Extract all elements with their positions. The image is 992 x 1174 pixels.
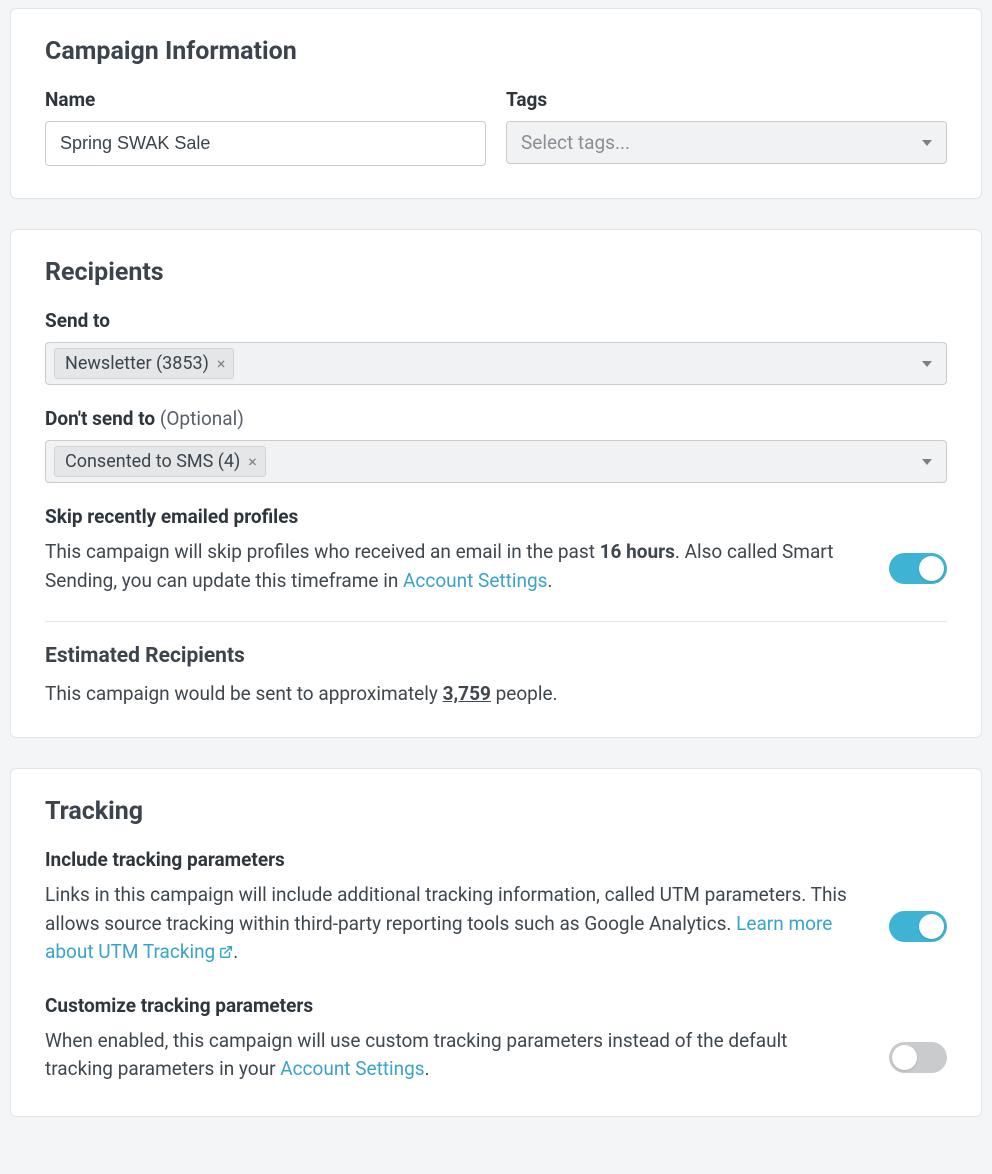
chip-label: Newsletter (3853): [65, 353, 209, 374]
estimated-recipients-text: This campaign would be sent to approxima…: [45, 682, 947, 705]
include-tracking-description: Links in this campaign will include addi…: [45, 881, 859, 968]
send-to-label: Send to: [45, 309, 947, 332]
chevron-down-icon: [922, 140, 932, 146]
tags-label: Tags: [506, 88, 947, 111]
include-tracking-toggle[interactable]: [889, 911, 947, 942]
tracking-title: Tracking: [45, 797, 947, 826]
estimated-recipients-heading: Estimated Recipients: [45, 644, 947, 668]
include-tracking-heading: Include tracking parameters: [45, 848, 947, 871]
campaign-info-title: Campaign Information: [45, 37, 947, 66]
send-to-select[interactable]: Newsletter (3853) ×: [45, 342, 947, 385]
skip-recently-heading: Skip recently emailed profiles: [45, 505, 947, 528]
recipients-title: Recipients: [45, 258, 947, 287]
recipients-card: Recipients Send to Newsletter (3853) × D…: [10, 229, 982, 738]
skip-recently-toggle[interactable]: [889, 553, 947, 584]
chip-remove-icon[interactable]: ×: [248, 454, 257, 470]
customize-tracking-toggle[interactable]: [889, 1042, 947, 1073]
chevron-down-icon: [922, 459, 932, 465]
skip-recently-description: This campaign will skip profiles who rec…: [45, 538, 859, 595]
dont-send-to-select[interactable]: Consented to SMS (4) ×: [45, 440, 947, 483]
tags-select[interactable]: Select tags...: [506, 121, 947, 164]
optional-text: (Optional): [160, 407, 244, 430]
account-settings-link[interactable]: Account Settings: [280, 1057, 424, 1080]
skip-hours: 16 hours: [600, 540, 675, 563]
campaign-information-card: Campaign Information Name Tags Select ta…: [10, 8, 982, 199]
divider: [45, 621, 947, 622]
external-link-icon: [219, 939, 233, 968]
account-settings-link[interactable]: Account Settings: [403, 569, 547, 592]
campaign-name-input[interactable]: [45, 121, 486, 166]
customize-tracking-description: When enabled, this campaign will use cus…: [45, 1027, 859, 1084]
chip-remove-icon[interactable]: ×: [217, 356, 226, 372]
dont-send-chip: Consented to SMS (4) ×: [54, 446, 266, 477]
name-label: Name: [45, 88, 486, 111]
send-to-chip: Newsletter (3853) ×: [54, 348, 234, 379]
estimated-count: 3,759: [443, 682, 491, 705]
customize-tracking-heading: Customize tracking parameters: [45, 994, 947, 1017]
chevron-down-icon: [922, 361, 932, 367]
chip-label: Consented to SMS (4): [65, 451, 240, 472]
tracking-card: Tracking Include tracking parameters Lin…: [10, 768, 982, 1117]
dont-send-to-label: Don't send to (Optional): [45, 407, 947, 430]
tags-placeholder: Select tags...: [515, 131, 630, 154]
